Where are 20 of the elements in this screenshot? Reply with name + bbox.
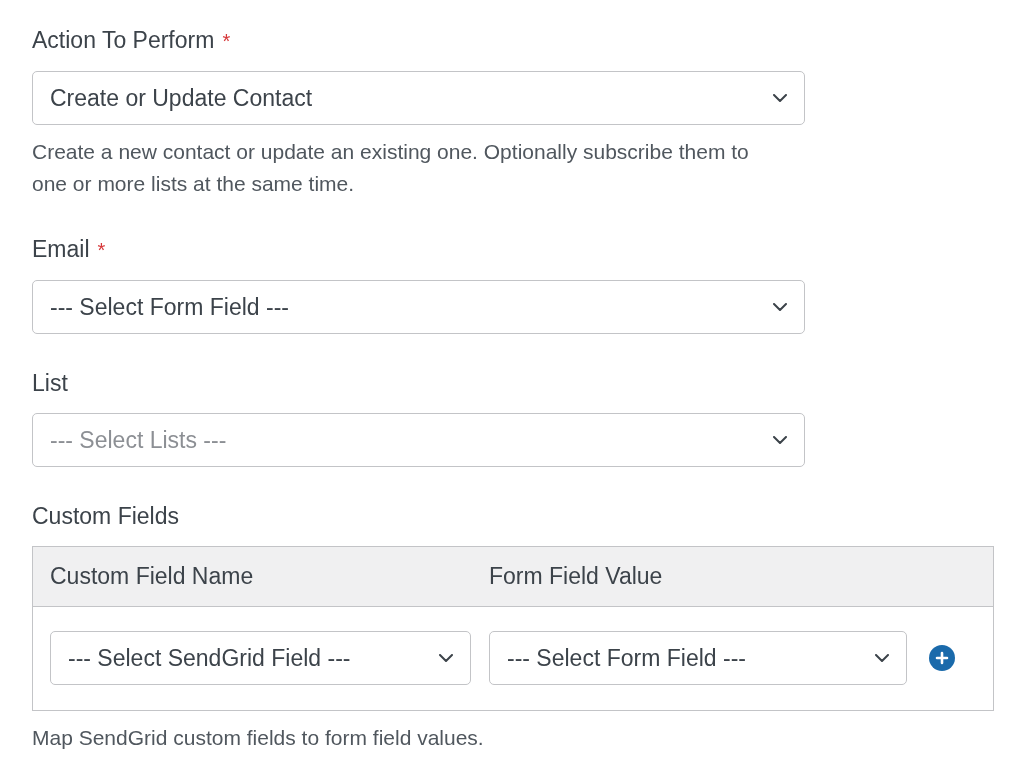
column-header: Custom Field Name [50,563,254,590]
field-label: Action To Perform [32,26,215,55]
required-asterisk: * [222,29,231,54]
chevron-down-icon [773,94,787,102]
select-dropdown[interactable]: --- Select Form Field --- [489,631,907,685]
chevron-down-icon [439,654,453,662]
required-asterisk: * [97,238,106,263]
select-dropdown[interactable]: --- Select Form Field --- [32,280,805,334]
table-description: Map SendGrid custom fields to form field values. [32,725,484,751]
chevron-down-icon [875,654,889,662]
chevron-down-icon [773,303,787,311]
section-label: Custom Fields [32,502,179,531]
select-dropdown[interactable]: --- Select SendGrid Field --- [50,631,471,685]
plus-circle-icon[interactable] [929,645,955,671]
field-description: Create a new contact or update an existing one. Optionally subscribe them to one or more lists at the same time. [32,139,750,197]
column-header: Form Field Value [489,563,663,590]
chevron-down-icon [773,436,787,444]
select-dropdown[interactable]: Create or Update Contact [32,71,805,125]
field-label: Email [32,235,90,264]
field-label: List [32,369,68,398]
